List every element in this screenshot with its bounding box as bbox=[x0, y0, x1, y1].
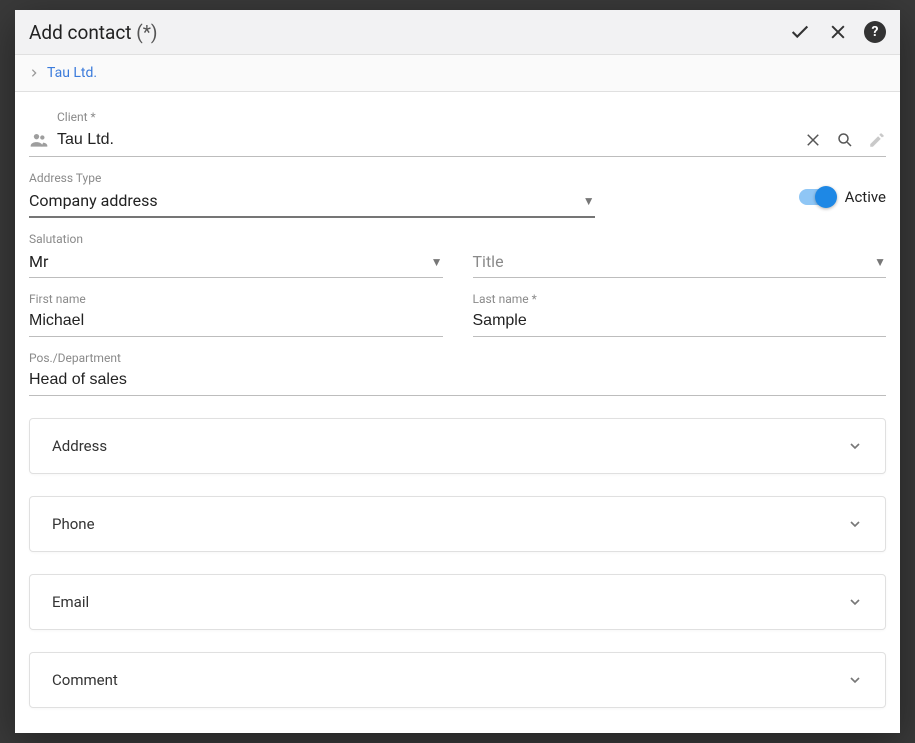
help-button[interactable]: ? bbox=[864, 21, 886, 43]
title-label bbox=[473, 232, 887, 246]
title-field: Title ▼ bbox=[473, 232, 887, 278]
position-input[interactable] bbox=[29, 371, 886, 389]
email-section-title: Email bbox=[52, 593, 89, 611]
address-section-title: Address bbox=[52, 437, 107, 455]
dialog-actions: ? bbox=[788, 20, 886, 44]
breadcrumb-bar: Tau Ltd. bbox=[15, 55, 900, 92]
first-name-label: First name bbox=[29, 292, 443, 306]
dialog-content: Client * bbox=[15, 92, 900, 733]
chevron-down-icon: ▼ bbox=[431, 255, 443, 269]
search-client-button[interactable] bbox=[836, 131, 854, 149]
chevron-right-icon bbox=[29, 68, 39, 78]
client-label: Client * bbox=[57, 110, 886, 124]
check-icon bbox=[789, 21, 811, 43]
address-section-header[interactable]: Address bbox=[30, 419, 885, 473]
client-input[interactable] bbox=[57, 131, 804, 149]
dialog-title: Add contact (*) bbox=[29, 21, 158, 44]
chevron-down-icon bbox=[847, 438, 863, 454]
dialog-title-text: Add contact bbox=[29, 21, 132, 44]
toggle-knob bbox=[815, 186, 837, 208]
phone-section-title: Phone bbox=[52, 515, 95, 533]
confirm-button[interactable] bbox=[788, 20, 812, 44]
email-section: Email bbox=[29, 574, 886, 630]
salutation-title-row: Salutation Mr ▼ Title ▼ bbox=[29, 218, 886, 278]
last-name-label: Last name * bbox=[473, 292, 887, 306]
clear-client-button[interactable] bbox=[804, 131, 822, 149]
phone-section-header[interactable]: Phone bbox=[30, 497, 885, 551]
address-type-select[interactable]: Company address ▼ bbox=[29, 187, 595, 218]
active-toggle[interactable] bbox=[799, 189, 835, 205]
comment-section-header[interactable]: Comment bbox=[30, 653, 885, 707]
title-select[interactable]: Title ▼ bbox=[473, 248, 887, 278]
salutation-field: Salutation Mr ▼ bbox=[29, 232, 443, 278]
salutation-value: Mr bbox=[29, 252, 425, 271]
address-type-label: Address Type bbox=[29, 171, 595, 185]
pencil-icon bbox=[868, 131, 886, 149]
edit-client-button[interactable] bbox=[868, 131, 886, 149]
address-type-field: Address Type Company address ▼ bbox=[29, 171, 595, 218]
last-name-input[interactable] bbox=[473, 312, 887, 330]
search-icon bbox=[836, 131, 854, 149]
chevron-down-icon bbox=[847, 672, 863, 688]
comment-section: Comment bbox=[29, 652, 886, 708]
last-name-field: Last name * bbox=[473, 292, 887, 337]
position-label: Pos./Department bbox=[29, 351, 886, 365]
client-field-actions bbox=[804, 131, 886, 149]
address-type-value: Company address bbox=[29, 191, 577, 210]
close-button[interactable] bbox=[826, 20, 850, 44]
dialog-modified-indicator: (*) bbox=[136, 21, 157, 44]
chevron-down-icon bbox=[847, 516, 863, 532]
chevron-down-icon: ▼ bbox=[583, 194, 595, 208]
chevron-down-icon bbox=[847, 594, 863, 610]
first-name-input[interactable] bbox=[29, 312, 443, 330]
first-name-field: First name bbox=[29, 292, 443, 337]
title-placeholder: Title bbox=[473, 252, 869, 271]
address-section: Address bbox=[29, 418, 886, 474]
active-field: Active bbox=[625, 157, 886, 218]
chevron-down-icon: ▼ bbox=[874, 255, 886, 269]
address-active-row: Address Type Company address ▼ Active bbox=[29, 157, 886, 218]
client-input-row bbox=[29, 126, 886, 157]
salutation-label: Salutation bbox=[29, 232, 443, 246]
active-label: Active bbox=[845, 188, 886, 206]
position-field: Pos./Department bbox=[29, 351, 886, 396]
close-icon bbox=[828, 22, 848, 42]
close-icon bbox=[804, 131, 822, 149]
comment-section-title: Comment bbox=[52, 671, 118, 689]
add-contact-dialog: Add contact (*) ? Tau Ltd. Client * bbox=[15, 10, 900, 733]
phone-section: Phone bbox=[29, 496, 886, 552]
people-icon bbox=[29, 130, 49, 150]
breadcrumb-client-link[interactable]: Tau Ltd. bbox=[47, 65, 97, 81]
salutation-select[interactable]: Mr ▼ bbox=[29, 248, 443, 278]
name-row: First name Last name * bbox=[29, 278, 886, 337]
dialog-header: Add contact (*) ? bbox=[15, 10, 900, 55]
client-field: Client * bbox=[29, 110, 886, 157]
email-section-header[interactable]: Email bbox=[30, 575, 885, 629]
